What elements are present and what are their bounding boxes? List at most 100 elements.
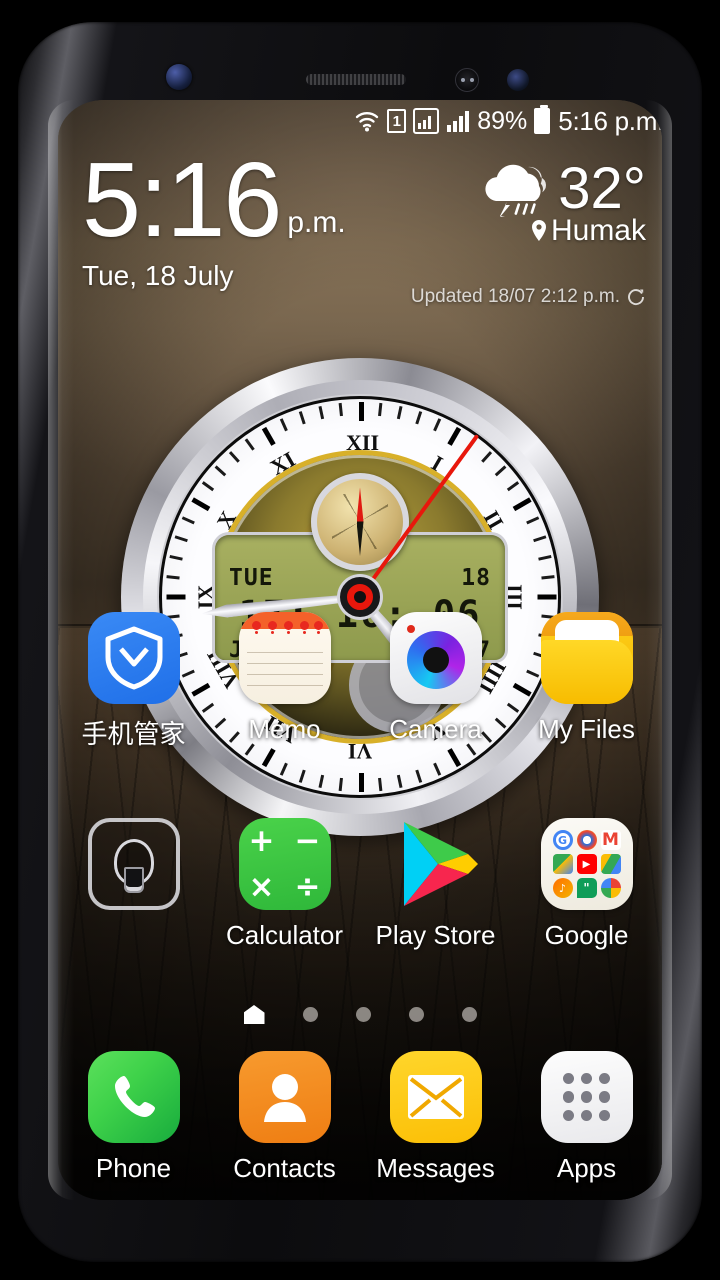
app-label: Play Store [375,920,496,950]
app-tencent-security[interactable]: 手机管家 [58,612,209,751]
home-icon[interactable] [243,1005,265,1024]
app-row-2: + − × ÷ Calculator Play Store G M ▶ ♪ " … [58,818,662,951]
signal-boxed-icon [413,108,440,134]
refresh-icon[interactable] [626,287,646,307]
watch-tick [214,465,226,477]
play-triangle-icon[interactable] [390,818,482,910]
status-bar[interactable]: 1 89% 5:16 p.m. [58,100,662,142]
watch-tick [358,402,364,421]
clock-time: 5:16 [82,141,282,259]
watch-tick [396,405,403,420]
notepad-icon[interactable] [238,612,331,704]
phone-screen: 1 89% 5:16 p.m. 5:16 p.m. Tue, 18 July 3… [58,100,662,1200]
page-indicator[interactable] [58,1005,662,1024]
calc-minus-icon: − [294,823,321,859]
photos-icon [600,878,621,898]
folder-icon[interactable] [540,612,633,704]
notepad-ring-icon [313,621,323,630]
dock-item-contacts[interactable]: Contacts [209,1051,360,1184]
google-folder-icon[interactable]: G M ▶ ♪ " [540,818,633,910]
app-memo[interactable]: Memo [209,612,360,751]
signal-bars-icon [446,108,470,134]
watch-tick [432,418,441,432]
weather-location-label: Humak [550,214,646,247]
app-play-store[interactable]: Play Store [360,818,511,951]
camera-icon[interactable] [389,612,482,704]
shield-icon[interactable] [87,612,180,704]
camera-indicator-dot [406,625,415,633]
watch-tick [190,497,210,512]
app-google-folder[interactable]: G M ▶ ♪ " Google [511,818,662,951]
watch-tick [414,769,422,783]
clock-weather-widget[interactable]: 5:16 p.m. Tue, 18 July 32° Humak Updated… [82,141,646,308]
watch-tick [525,516,539,525]
watch-tick [261,748,276,768]
watch-tick [168,554,183,561]
google-search-icon: G [552,830,573,850]
watch-center-cap [340,577,380,617]
app-calculator[interactable]: + − × ÷ Calculator [209,818,360,951]
camera-lens-icon [406,630,465,689]
thunderstorm-cloud-icon [476,161,552,217]
watch-tick [414,411,422,425]
watch-tick [432,762,441,776]
dock-item-apps[interactable]: Apps [511,1051,662,1184]
watch-tick [532,535,546,543]
lcd-day: 18 [461,564,491,591]
lightbulb-icon[interactable] [87,818,180,910]
analog-digital-watch-widget[interactable]: XIIIIIIIIIIIIVVIVIIVIIIIXXXI TUE 18 17: … [121,358,599,836]
watch-tick [506,481,519,492]
weather-updated-row[interactable]: Updated 18/07 2:12 p.m. [411,286,646,308]
watch-tick [537,594,556,600]
watch-tick [279,762,288,776]
dock: Phone Contacts Messages Apps [58,1051,662,1190]
battery-percent-label: 89% [477,106,528,135]
watch-tick [338,402,343,417]
watch-tick [537,554,552,561]
lcd-weekday: TUE [229,564,274,591]
dock-item-messages[interactable]: Messages [360,1051,511,1184]
watch-tick [165,575,180,580]
envelope-icon[interactable] [389,1051,482,1143]
dock-item-phone[interactable]: Phone [58,1051,209,1184]
watch-tick [201,481,214,492]
chrome-icon [576,830,597,850]
watch-tick [181,516,195,525]
watch-tick [244,438,255,451]
handset-icon[interactable] [87,1051,180,1143]
app-grid-icon[interactable] [540,1051,633,1143]
watch-tick [494,465,506,477]
page-dot[interactable] [408,1007,424,1022]
watch-tick [540,575,555,580]
watch-tick [298,411,306,425]
compass-subdial [311,472,409,571]
app-label: Calculator [225,920,344,950]
page-dot[interactable] [355,1007,371,1022]
calc-divide-icon: ÷ [294,869,321,905]
app-grid-dots [562,1073,611,1121]
status-bar-clock: 5:16 p.m. [558,105,662,136]
hangouts-icon: " [576,878,597,898]
widget-flashlight[interactable] [58,818,209,951]
page-dot[interactable] [302,1007,318,1022]
app-label: Memo [248,714,321,744]
watch-tick [377,777,382,792]
weather-block[interactable]: 32° Humak Updated 18/07 2:12 p.m. [411,160,646,308]
folder-front [540,640,633,704]
watch-tick [480,451,492,463]
app-my-files[interactable]: My Files [511,612,662,751]
calculator-icon[interactable]: + − × ÷ [238,818,331,910]
app-label: Camera [389,714,482,744]
notepad-ring-icon [267,621,277,630]
watch-tick [317,774,324,789]
notepad-ring-icon [299,621,309,630]
watch-tick [166,594,185,600]
wifi-icon [354,109,380,133]
page-dot[interactable] [461,1007,477,1022]
person-icon[interactable] [238,1051,331,1143]
app-camera[interactable]: Camera [360,612,511,751]
watch-tick [279,418,288,432]
dock-label: Phone [95,1153,172,1183]
notepad-ring-icon [251,621,261,630]
calc-times-icon: × [248,869,275,905]
